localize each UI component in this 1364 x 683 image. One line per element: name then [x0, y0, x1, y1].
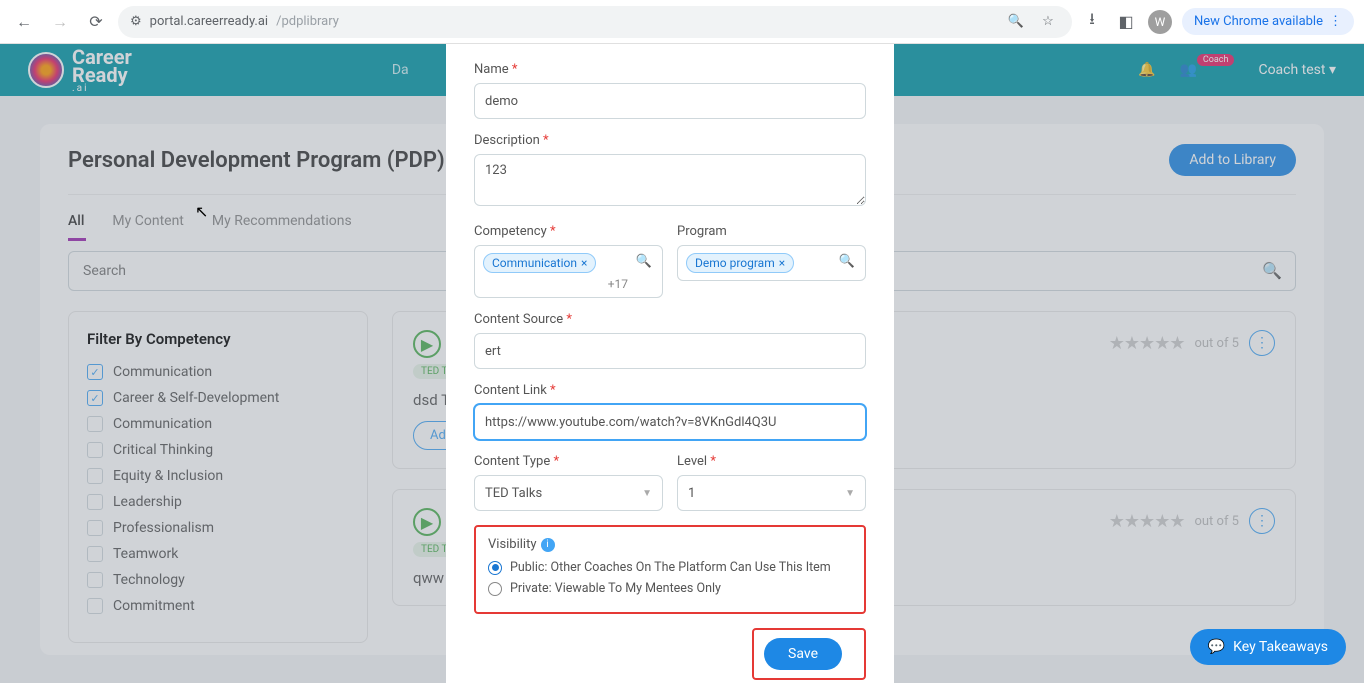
name-input[interactable] [474, 83, 866, 119]
forward-button[interactable]: → [46, 8, 74, 36]
back-button[interactable]: ← [10, 8, 38, 36]
chat-icon: 💬 [1208, 639, 1225, 655]
program-chip[interactable]: Demo program× [686, 253, 794, 273]
kebab-icon: ⋮ [1329, 14, 1342, 29]
competency-select[interactable]: Communication× 🔍 +17 [474, 245, 663, 298]
content-link-input[interactable] [474, 404, 866, 440]
content-type-label: Content Type * [474, 454, 663, 469]
save-button[interactable]: Save [764, 638, 842, 670]
visibility-section: Visibility i Public: Other Coaches On Th… [474, 525, 866, 614]
visibility-label: Visibility [488, 537, 537, 552]
add-content-modal: Name * Description * 123 Competency * Co… [446, 44, 894, 683]
level-select[interactable]: 1▼ [677, 475, 866, 511]
program-select[interactable]: Demo program× 🔍 [677, 245, 866, 281]
url-path: /pdplibrary [276, 14, 339, 29]
chevron-down-icon: ▼ [642, 488, 652, 499]
search-icon[interactable]: 🔍 [636, 254, 652, 269]
content-source-label: Content Source * [474, 312, 866, 327]
level-label: Level * [677, 454, 866, 469]
address-bar[interactable]: ⚙ portal.careerready.ai/pdplibrary 🔍 ☆ [118, 6, 1072, 38]
visibility-public-option[interactable]: Public: Other Coaches On The Platform Ca… [488, 560, 852, 575]
zoom-icon[interactable]: 🔍 [1004, 10, 1028, 34]
radio-checked-icon [488, 561, 502, 575]
profile-avatar[interactable]: W [1148, 10, 1172, 34]
name-label: Name * [474, 62, 866, 77]
description-input[interactable]: 123 [474, 154, 866, 206]
competency-chip[interactable]: Communication× [483, 253, 596, 273]
chrome-update-button[interactable]: New Chrome available ⋮ [1182, 8, 1354, 35]
content-link-label: Content Link * [474, 383, 866, 398]
site-settings-icon[interactable]: ⚙ [130, 14, 142, 29]
url-host: portal.careerready.ai [150, 14, 268, 29]
radio-unchecked-icon [488, 582, 502, 596]
content-type-select[interactable]: TED Talks▼ [474, 475, 663, 511]
description-label: Description * [474, 133, 866, 148]
key-takeaways-button[interactable]: 💬 Key Takeaways [1190, 629, 1346, 665]
bookmark-icon[interactable]: ☆ [1036, 10, 1060, 34]
content-source-input[interactable] [474, 333, 866, 369]
chip-remove-icon[interactable]: × [779, 256, 785, 270]
chip-remove-icon[interactable]: × [581, 256, 587, 270]
program-label: Program [677, 224, 866, 239]
reload-button[interactable]: ⟳ [82, 8, 110, 36]
search-icon[interactable]: 🔍 [839, 254, 855, 269]
visibility-private-option[interactable]: Private: Viewable To My Mentees Only [488, 581, 852, 596]
downloads-icon[interactable]: ⭳ [1080, 10, 1104, 34]
competency-more-count: +17 [483, 277, 654, 291]
chevron-down-icon: ▼ [845, 488, 855, 499]
panel-icon[interactable]: ◧ [1114, 10, 1138, 34]
save-highlight-box: Save [752, 628, 866, 680]
competency-label: Competency * [474, 224, 663, 239]
browser-toolbar: ← → ⟳ ⚙ portal.careerready.ai/pdplibrary… [0, 0, 1364, 44]
info-icon[interactable]: i [541, 538, 555, 552]
